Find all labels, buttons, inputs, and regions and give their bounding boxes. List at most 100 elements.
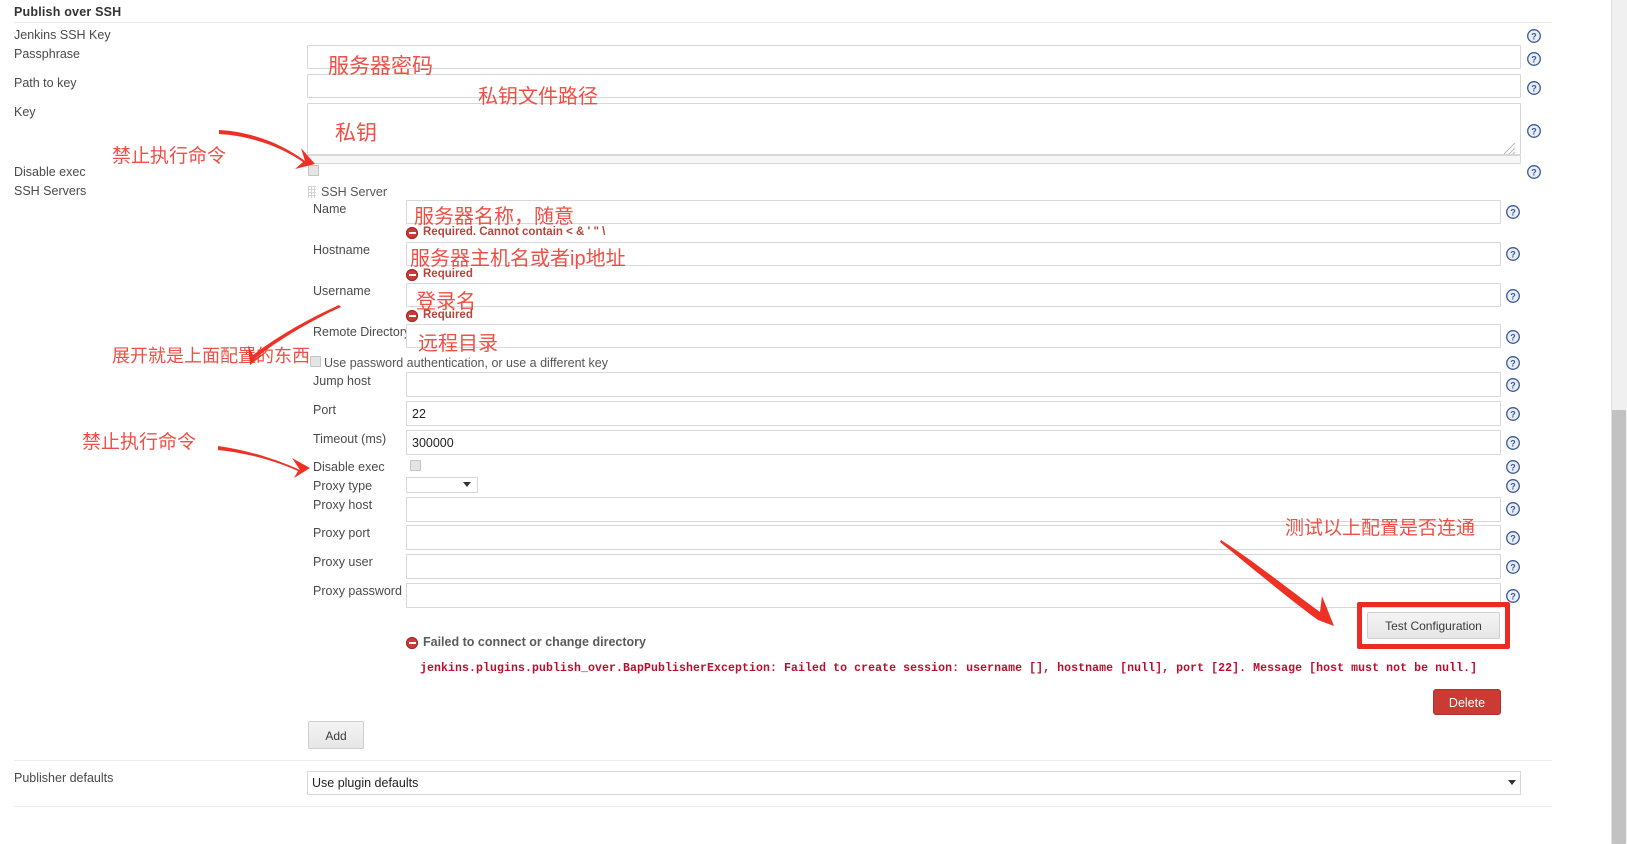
help-icon-jump-host[interactable]: ?	[1506, 378, 1520, 392]
server-jump-host-input[interactable]	[406, 372, 1501, 397]
publisher-defaults-chevron-down-icon[interactable]	[1508, 780, 1516, 785]
svg-text:?: ?	[1510, 438, 1516, 448]
textarea-resize-handle[interactable]	[1500, 139, 1516, 155]
drag-handle-icon[interactable]	[308, 186, 316, 198]
annotation-disable-exec-global: 禁止执行命令	[112, 146, 227, 167]
arrow-to-disable-exec-server	[218, 446, 310, 478]
publish-over-ssh-config-page: Publish over SSH Jenkins SSH Key Passphr…	[0, 0, 1627, 844]
svg-text:?: ?	[1510, 249, 1516, 259]
svg-text:?: ?	[1510, 462, 1516, 472]
help-icon-proxy-user[interactable]: ?	[1506, 560, 1520, 574]
svg-text:?: ?	[1510, 207, 1516, 217]
svg-text:?: ?	[1531, 83, 1537, 93]
chevron-down-icon[interactable]	[463, 482, 471, 487]
label-port: Port	[313, 403, 336, 417]
arrow-to-server-block	[248, 305, 341, 365]
add-button[interactable]: Add	[308, 721, 364, 749]
annotation-passphrase: 服务器密码	[328, 55, 433, 78]
annotation-path-to-key: 私钥文件路径	[478, 86, 598, 108]
server-port-input[interactable]	[406, 401, 1501, 426]
svg-text:?: ?	[1531, 126, 1537, 136]
test-result-message: Failed to connect or change directory	[406, 636, 646, 649]
test-configuration-highlight	[1357, 602, 1510, 649]
help-icon-disable-exec-server[interactable]: ?	[1506, 460, 1520, 474]
svg-text:?: ?	[1510, 332, 1516, 342]
annotation-username: 登录名	[416, 291, 476, 313]
label-proxy-user: Proxy user	[313, 555, 373, 569]
label-passphrase: Passphrase	[14, 47, 81, 61]
annotation-name: 服务器名称，随意	[414, 206, 574, 228]
ssh-server-heading: SSH Server	[321, 185, 387, 199]
delete-button[interactable]: Delete	[1433, 689, 1501, 715]
label-key: Key	[14, 105, 36, 119]
annotation-hostname: 服务器主机名或者ip地址	[410, 248, 626, 270]
server-username-input[interactable]	[406, 283, 1501, 307]
annotation-test-configuration: 测试以上配置是否连通	[1285, 518, 1476, 539]
help-icon-proxy-type[interactable]: ?	[1506, 479, 1520, 493]
help-icon-name[interactable]: ?	[1506, 205, 1520, 219]
annotation-key: 私钥	[335, 122, 377, 145]
label-name: Name	[313, 202, 347, 216]
help-icon-username[interactable]: ?	[1506, 289, 1520, 303]
help-icon-remote-directory[interactable]: ?	[1506, 330, 1520, 344]
help-icon-hostname[interactable]: ?	[1506, 247, 1520, 261]
test-stack-trace: jenkins.plugins.publish_over.BapPublishe…	[420, 662, 1478, 675]
svg-text:?: ?	[1531, 54, 1537, 64]
svg-text:?: ?	[1510, 504, 1516, 514]
label-username: Username	[313, 284, 371, 298]
help-icon-disable-exec-global[interactable]: ?	[1527, 165, 1541, 179]
label-proxy-type: Proxy type	[313, 479, 373, 493]
header-divider	[14, 22, 1552, 23]
footer-divider-2	[14, 806, 1552, 807]
label-proxy-host: Proxy host	[313, 498, 373, 512]
arrow-to-disable-exec-global	[219, 130, 315, 169]
publisher-defaults-value: Use plugin defaults	[312, 776, 419, 790]
annotation-disable-exec-server: 禁止执行命令	[82, 432, 197, 453]
svg-text:?: ?	[1510, 409, 1516, 419]
label-ssh-servers: SSH Servers	[14, 184, 87, 198]
label-disable-exec-global: Disable exec	[14, 165, 86, 179]
svg-text:?: ?	[1510, 591, 1516, 601]
help-icon-use-password-auth[interactable]: ?	[1506, 356, 1520, 370]
svg-text:?: ?	[1531, 31, 1537, 41]
label-path-to-key: Path to key	[14, 76, 77, 90]
svg-text:?: ?	[1510, 533, 1516, 543]
help-icon-port[interactable]: ?	[1506, 407, 1520, 421]
help-icon-timeout[interactable]: ?	[1506, 436, 1520, 450]
svg-text:?: ?	[1510, 481, 1516, 491]
svg-text:?: ?	[1531, 167, 1537, 177]
server-remote-directory-input[interactable]	[406, 324, 1501, 348]
label-proxy-password: Proxy password	[313, 584, 402, 598]
label-proxy-port: Proxy port	[313, 526, 370, 540]
label-publisher-defaults: Publisher defaults	[14, 771, 114, 785]
label-jenkins-ssh-key: Jenkins SSH Key	[14, 28, 111, 42]
svg-text:?: ?	[1510, 380, 1516, 390]
svg-text:?: ?	[1510, 562, 1516, 572]
svg-text:?: ?	[1510, 358, 1516, 368]
label-use-password-auth: Use password authentication, or use a di…	[324, 356, 608, 370]
help-icon-jenkins-ssh-key[interactable]: ?	[1527, 29, 1541, 43]
server-timeout-input[interactable]	[406, 430, 1501, 455]
help-icon-proxy-port[interactable]: ?	[1506, 531, 1520, 545]
disable-exec-server-checkbox[interactable]	[410, 460, 421, 471]
label-timeout: Timeout (ms)	[313, 432, 387, 446]
textarea-resize-bar[interactable]	[307, 155, 1521, 164]
vertical-scrollbar-track[interactable]	[1611, 0, 1627, 844]
help-icon-key[interactable]: ?	[1527, 124, 1541, 138]
label-hostname: Hostname	[313, 243, 370, 257]
help-icon-proxy-password[interactable]: ?	[1506, 589, 1520, 603]
help-icon-path-to-key[interactable]: ?	[1527, 81, 1541, 95]
label-disable-exec-server: Disable exec	[313, 460, 385, 474]
passphrase-input[interactable]	[307, 45, 1521, 69]
help-icon-proxy-host[interactable]: ?	[1506, 502, 1520, 516]
vertical-scrollbar-thumb[interactable]	[1612, 410, 1626, 844]
key-textarea[interactable]	[307, 103, 1521, 155]
publisher-defaults-select[interactable]: Use plugin defaults	[307, 771, 1521, 795]
footer-divider	[14, 760, 1552, 761]
svg-text:?: ?	[1510, 291, 1516, 301]
annotation-remote-directory: 远程目录	[418, 333, 498, 355]
page-title: Publish over SSH	[14, 5, 122, 19]
label-jump-host: Jump host	[313, 374, 371, 388]
help-icon-passphrase[interactable]: ?	[1527, 52, 1541, 66]
arrow-to-test-configuration	[1220, 540, 1334, 626]
